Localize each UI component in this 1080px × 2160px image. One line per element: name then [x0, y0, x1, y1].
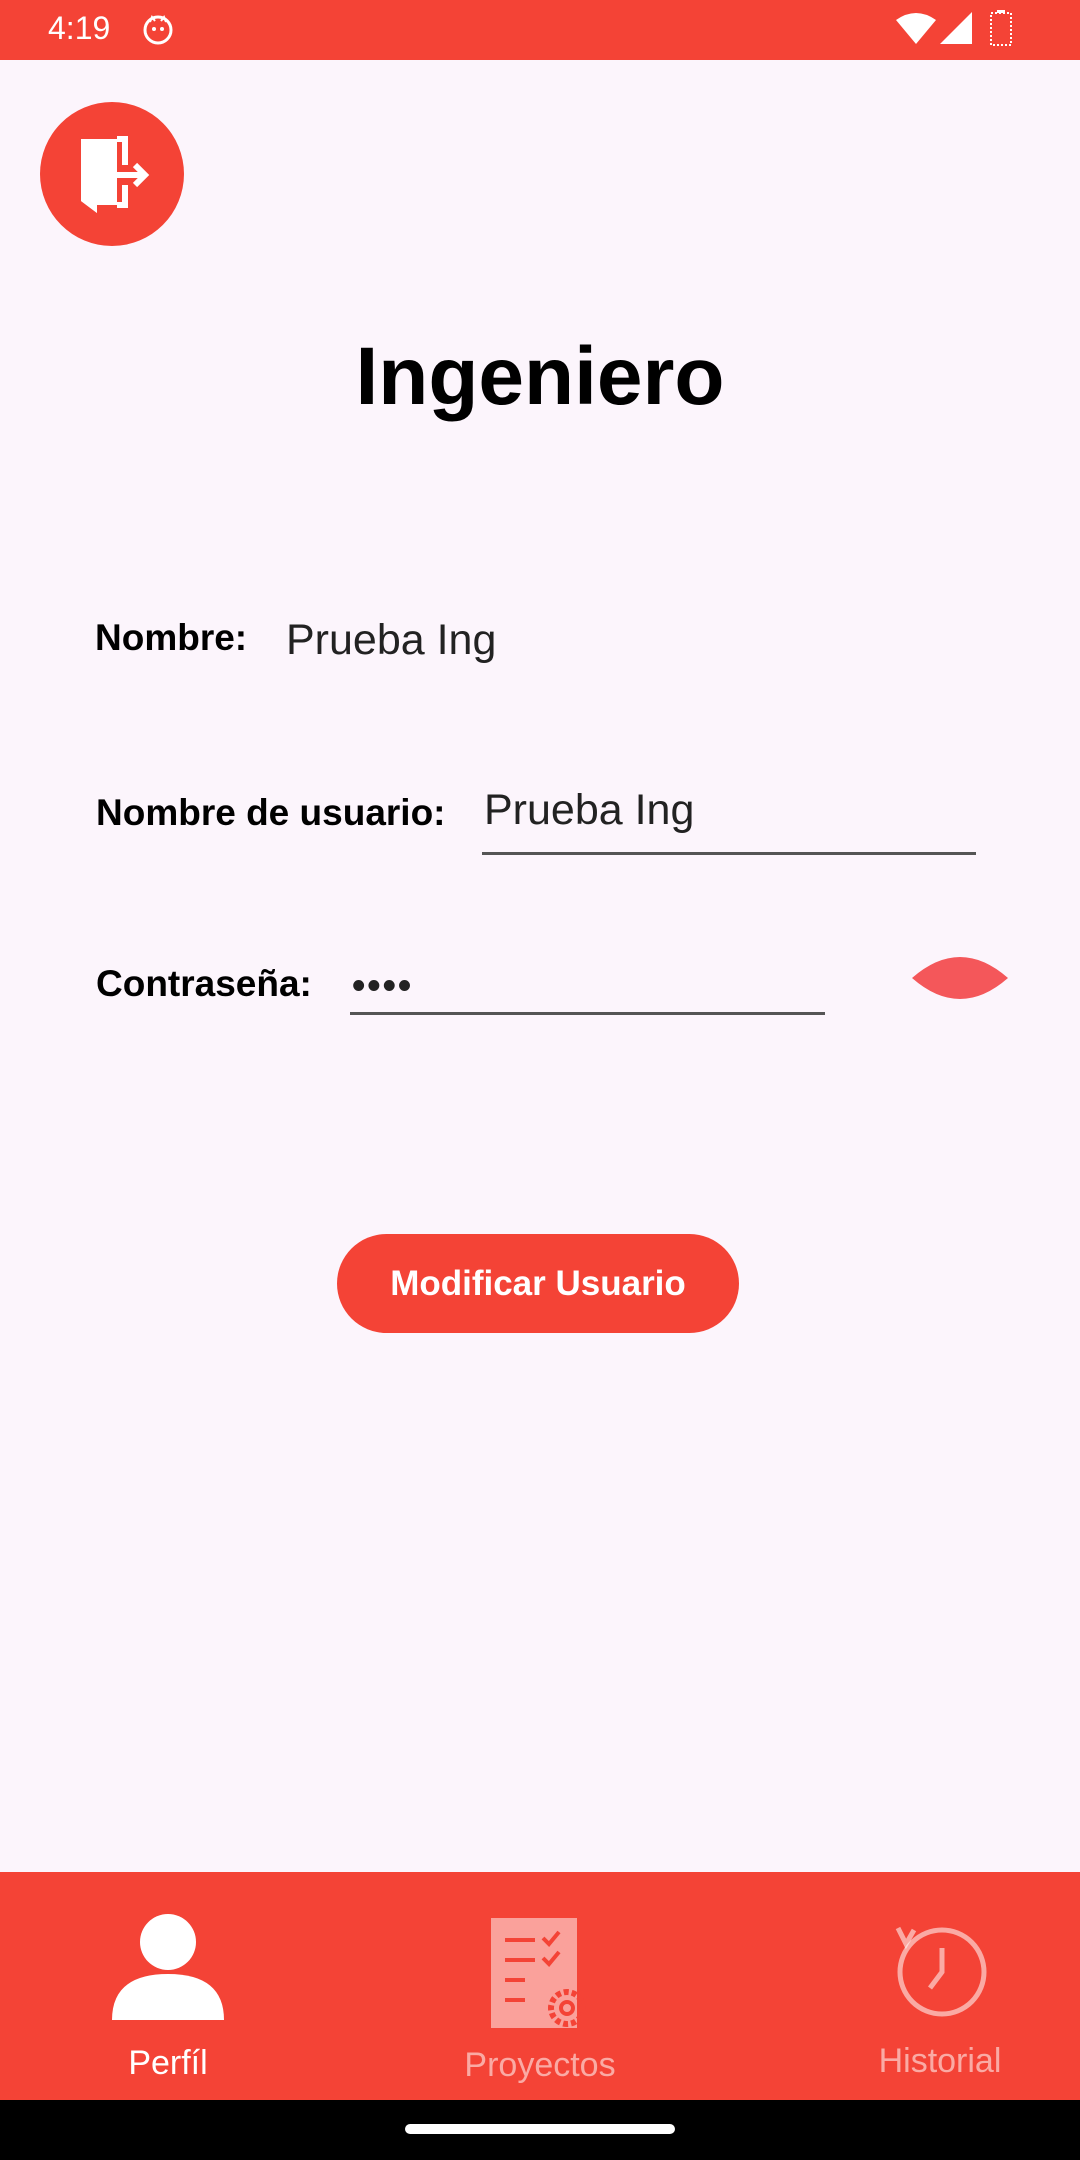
cat-icon: [143, 14, 173, 45]
projects-checklist-icon: [491, 1918, 586, 2028]
signal-icon: [940, 12, 972, 44]
nav-label-proyectos: Proyectos: [464, 2046, 616, 2084]
modify-user-button[interactable]: Modificar Usuario: [337, 1234, 739, 1333]
logout-button[interactable]: [40, 102, 184, 246]
nav-item-proyectos[interactable]: Proyectos: [400, 1872, 680, 2100]
battery-icon: [990, 10, 1012, 46]
bottom-navigation: Perfíl Proyectos Historial: [0, 1872, 1080, 2100]
logout-door-icon: [81, 136, 150, 213]
gesture-handle[interactable]: [405, 2124, 675, 2134]
nav-label-historial: Historial: [878, 2042, 1002, 2080]
nombre-value: Prueba Ing: [286, 616, 497, 664]
usuario-input-value: Prueba Ing: [484, 786, 695, 834]
usuario-input[interactable]: Prueba Ing: [482, 786, 976, 855]
page-title: Ingeniero: [355, 331, 725, 422]
nav-label-perfil: Perfíl: [128, 2044, 208, 2082]
nav-item-historial[interactable]: Historial: [800, 1872, 1080, 2100]
nombre-label: Nombre:: [95, 617, 248, 658]
status-time: 4:19: [48, 10, 111, 46]
nav-item-perfil[interactable]: Perfíl: [28, 1872, 308, 2100]
person-icon: [112, 1914, 224, 2020]
password-input-value: ••••: [352, 965, 414, 1007]
history-clock-icon: [895, 1926, 987, 2017]
eye-toggle-icon[interactable]: [912, 950, 1008, 1006]
status-bar: 4:19: [0, 0, 1080, 60]
password-label: Contraseña:: [96, 963, 312, 1004]
wifi-icon: [896, 13, 936, 44]
usuario-label: Nombre de usuario:: [96, 792, 446, 833]
password-input[interactable]: ••••: [350, 960, 825, 1015]
profile-screen: 4:19 Ingeniero Nombre: Prueba Ing Nombre…: [0, 0, 1080, 2160]
